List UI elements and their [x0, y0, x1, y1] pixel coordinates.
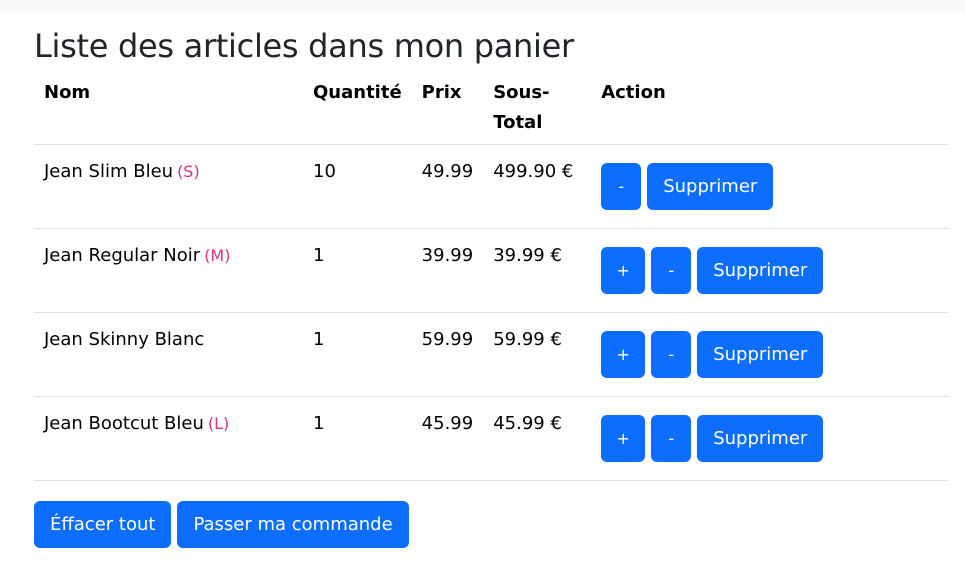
table-row: Jean Skinny Blanc 1 59.99 59.99 € + - Supprime…	[34, 312, 949, 397]
delete-button[interactable]: Supprimer	[697, 247, 824, 294]
cell-subtotal: 59.99 €	[493, 329, 562, 350]
cell-subtotal: 39.99 €	[493, 245, 562, 266]
cell-quantity: 1	[313, 413, 325, 434]
cell-subtotal: 45.99 €	[493, 413, 562, 434]
table-row: Jean Slim Bleu (S) 10 49.99 499.90 € - Supprim…	[34, 144, 949, 229]
row-actions: + - Supprimer	[601, 415, 939, 462]
cell-quantity: 1	[313, 329, 325, 350]
decrease-button[interactable]: -	[651, 415, 692, 462]
cart-table: Nom Quantité Prix Sous- Total Action Jea…	[34, 72, 949, 481]
footer-actions: Éffacer tout Passer ma commande	[34, 501, 949, 548]
header-prix: Prix	[421, 82, 462, 103]
delete-button[interactable]: Supprimer	[647, 163, 774, 210]
item-size: (S)	[177, 162, 200, 181]
cell-name: Jean Regular Noir (M)	[34, 229, 303, 313]
item-name: Jean Skinny Blanc	[44, 329, 205, 350]
increase-button[interactable]: +	[601, 331, 646, 378]
cell-actions: + - Supprimer	[591, 229, 949, 313]
item-name: Jean Slim Bleu	[44, 161, 174, 182]
increase-button[interactable]: +	[601, 415, 646, 462]
header-action: Action	[601, 82, 666, 103]
header-sous-total-line1: Sous-	[493, 82, 550, 103]
row-actions: + - Supprimer	[601, 331, 939, 378]
cart-container: Liste des articles dans mon panier Nom Q…	[0, 26, 965, 548]
item-size: (M)	[204, 246, 231, 265]
table-header-row: Nom Quantité Prix Sous- Total Action	[34, 72, 949, 145]
cell-price: 49.99	[421, 161, 474, 182]
cell-price: 45.99	[421, 413, 474, 434]
clear-all-button[interactable]: Éffacer tout	[34, 501, 172, 548]
decrease-button[interactable]: -	[601, 163, 642, 210]
cell-subtotal: 499.90 €	[493, 161, 574, 182]
cell-price: 59.99	[421, 329, 474, 350]
header-nom: Nom	[44, 82, 91, 103]
cell-quantity: 10	[313, 161, 336, 182]
cart-table-body: Jean Slim Bleu (S) 10 49.99 499.90 € - Supprim…	[34, 144, 949, 481]
row-actions: + - Supprimer	[601, 247, 939, 294]
table-row: Jean Regular Noir (M) 1 39.99 39.99 € + - Suppr…	[34, 228, 949, 313]
table-row: Jean Bootcut Bleu (L) 1 45.99 45.99 € + - Suppr…	[34, 396, 949, 481]
delete-button[interactable]: Supprimer	[697, 415, 824, 462]
decrease-button[interactable]: -	[651, 331, 692, 378]
item-name: Jean Bootcut Bleu	[44, 413, 204, 434]
decrease-button[interactable]: -	[651, 247, 692, 294]
cell-name: Jean Bootcut Bleu (L)	[34, 397, 303, 481]
page-title: Liste des articles dans mon panier	[34, 27, 574, 65]
checkout-button[interactable]: Passer ma commande	[177, 501, 409, 548]
delete-button[interactable]: Supprimer	[697, 331, 824, 378]
item-size: (L)	[207, 414, 230, 433]
header-sous-total-line2: Total	[493, 112, 543, 133]
cell-price: 39.99	[421, 245, 474, 266]
row-actions: - Supprimer	[601, 163, 939, 210]
cell-actions: + - Supprimer	[591, 313, 949, 397]
cell-actions: - Supprimer	[591, 145, 949, 229]
cell-name: Jean Skinny Blanc	[34, 313, 303, 397]
top-bar	[0, 0, 965, 12]
header-quantite: Quantité	[313, 82, 402, 103]
header-sous-total: Sous- Total	[483, 72, 591, 145]
cell-quantity: 1	[313, 245, 325, 266]
cell-actions: + - Supprimer	[591, 397, 949, 481]
item-name: Jean Regular Noir	[44, 245, 201, 266]
increase-button[interactable]: +	[601, 247, 646, 294]
cell-name: Jean Slim Bleu (S)	[34, 145, 303, 229]
